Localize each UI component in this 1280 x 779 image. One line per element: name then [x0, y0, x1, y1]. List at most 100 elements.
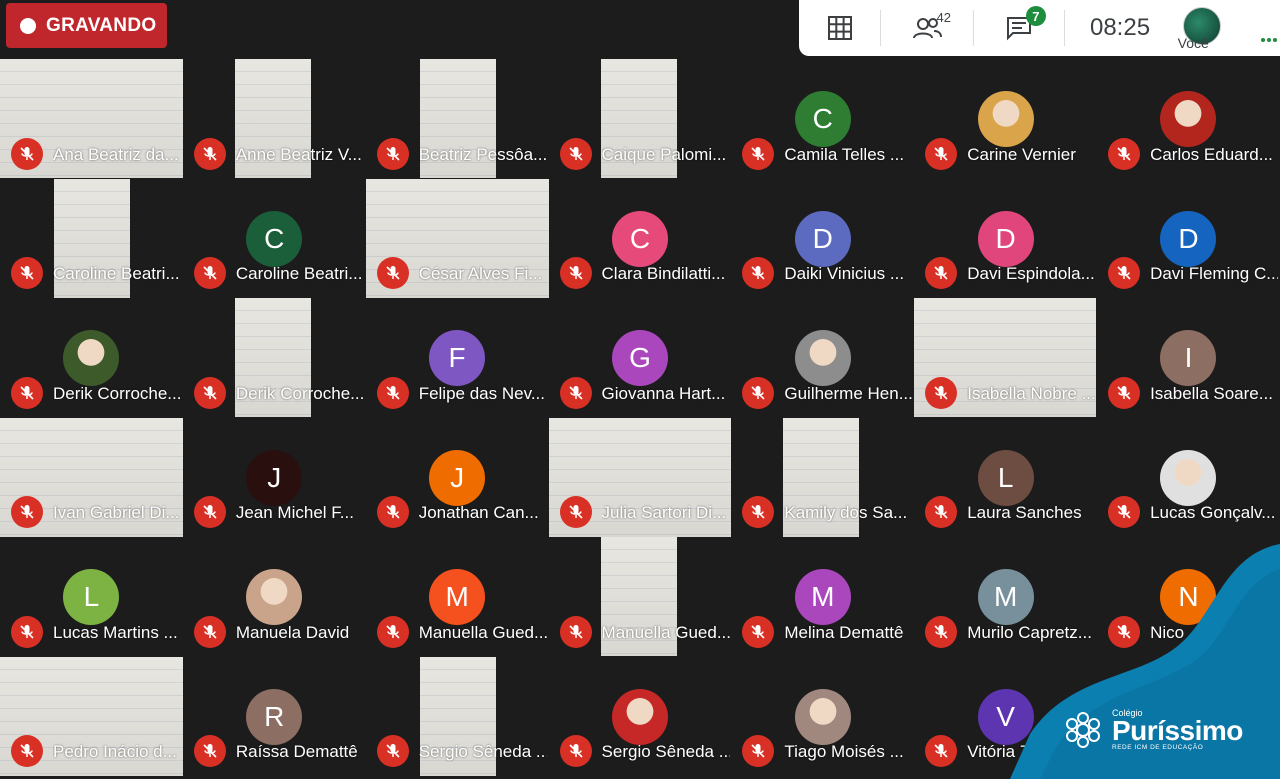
- mic-off-icon: [1108, 137, 1141, 170]
- participant-tile[interactable]: Pedro Inácio d...: [0, 656, 183, 777]
- mic-off-icon: [559, 615, 592, 648]
- participant-tile[interactable]: Carlos Eduard...: [1097, 59, 1280, 179]
- participant-tile[interactable]: N Nico: [1097, 537, 1280, 657]
- participant-tile[interactable]: D Daiki Vinicius ...: [731, 179, 914, 299]
- participant-tile[interactable]: C Caroline Beatri...: [183, 179, 366, 299]
- participant-name: Murilo Capretz...: [967, 622, 1092, 642]
- participant-tile[interactable]: Beatriz Pessôa...: [366, 59, 549, 179]
- participant-tile[interactable]: J Jean Michel F...: [183, 418, 366, 538]
- participant-tile[interactable]: Lucas Gonçalv...: [1097, 418, 1280, 538]
- participant-tile[interactable]: Derik Corroche...: [0, 298, 183, 418]
- participant-tile[interactable]: Carine Vernier: [914, 59, 1097, 179]
- participant-tile[interactable]: Julia Sartori Di...: [548, 417, 732, 538]
- school-logo: Colégio Puríssimo REDE ICM DE EDUCAÇÃO: [1062, 708, 1243, 751]
- mic-off-icon: [925, 615, 958, 648]
- participant-name: Carine Vernier: [967, 144, 1076, 164]
- participant-avatar: D: [794, 210, 851, 267]
- participant-tile[interactable]: César Alves Fi...: [365, 178, 549, 299]
- mic-off-icon: [11, 735, 43, 767]
- participant-tile[interactable]: Isabella Nobre ...: [914, 298, 1097, 418]
- participant-tile[interactable]: C Camila Telles ...: [731, 59, 914, 179]
- participant-tile[interactable]: Sergio Sêneda ...: [549, 657, 732, 777]
- participant-name: Caique Palomi...: [601, 144, 727, 164]
- participant-tile[interactable]: Caique Palomi...: [549, 59, 732, 179]
- mic-off-icon: [925, 376, 958, 409]
- logo-title: Puríssimo: [1112, 715, 1243, 746]
- participant-tile[interactable]: Kamily dos Sa...: [731, 417, 914, 538]
- mic-off-icon: [559, 735, 592, 767]
- participant-tile[interactable]: I Isabella Soare...: [1097, 298, 1280, 418]
- mic-off-icon: [376, 137, 409, 170]
- participant-tile[interactable]: F Felipe das Nev...: [366, 298, 549, 418]
- more-options-icon[interactable]: [1260, 38, 1277, 42]
- mic-off-icon: [742, 137, 775, 170]
- mic-off-icon: [1108, 257, 1141, 289]
- participant-tile[interactable]: Anne Beatriz V...: [183, 59, 366, 179]
- participant-tile[interactable]: Ana Beatriz da...: [0, 59, 183, 179]
- self-view[interactable]: Você: [1175, 0, 1280, 56]
- participant-tile[interactable]: D Davi Fleming C...: [1097, 179, 1280, 299]
- participant-name: Camila Telles ...: [784, 144, 905, 164]
- mic-off-icon: [376, 376, 409, 409]
- mic-off-icon: [193, 137, 226, 170]
- participant-avatar: L: [63, 569, 120, 625]
- participant-photo: [794, 330, 851, 386]
- mic-off-icon: [742, 615, 775, 648]
- mic-off-icon: [1108, 376, 1141, 409]
- mic-off-icon: [925, 735, 958, 767]
- participant-name: Tiago Moisés ...: [784, 742, 904, 761]
- participant-tile[interactable]: M Manuella Gued...: [366, 537, 549, 657]
- chat-badge: 7: [1025, 6, 1046, 26]
- participant-tile[interactable]: R Raíssa Demattê: [183, 657, 366, 777]
- participant-tile[interactable]: M Melina Demattê: [731, 537, 914, 657]
- participant-name: Lucas Gonçalv...: [1150, 503, 1276, 522]
- participant-name: Laura Sanches: [967, 503, 1082, 522]
- participant-photo: [246, 569, 303, 625]
- participant-tile[interactable]: Tiago Moisés ...: [731, 657, 914, 777]
- mic-off-icon: [11, 496, 43, 528]
- participant-avatar: R: [246, 688, 303, 745]
- participant-tile[interactable]: C Clara Bindilatti...: [549, 179, 732, 299]
- mic-off-icon: [11, 137, 43, 170]
- participant-name: Clara Bindilatti...: [601, 264, 726, 283]
- mic-off-icon: [376, 496, 409, 528]
- participant-name: Lucas Martins ...: [53, 622, 178, 642]
- mic-off-icon: [925, 257, 958, 289]
- participants-button[interactable]: 42: [881, 0, 972, 56]
- participant-tile[interactable]: Sergio Sêneda ...: [366, 656, 549, 777]
- participant-tile[interactable]: Derik Corroche...: [183, 298, 366, 418]
- participant-tile[interactable]: Ivan Gabriel Di...: [0, 417, 183, 538]
- participant-grid: Ana Beatriz da... Anne Beatriz V... Beatri…: [0, 59, 1280, 779]
- mic-off-icon: [11, 257, 43, 289]
- participant-avatar: M: [429, 569, 486, 625]
- participant-name: Julia Sartori Di...: [601, 503, 727, 522]
- participant-tile[interactable]: J Jonathan Can...: [366, 418, 549, 538]
- participant-tile[interactable]: Manuella Gued...: [549, 537, 732, 657]
- chat-button[interactable]: 7: [974, 0, 1064, 56]
- participant-avatar: M: [794, 569, 851, 625]
- grid-layout-icon: [827, 16, 852, 40]
- mic-off-icon: [193, 496, 226, 528]
- mic-off-icon: [742, 376, 775, 409]
- participant-name: Ana Beatriz da...: [53, 144, 179, 164]
- participant-tile[interactable]: L Lucas Martins ...: [0, 537, 183, 657]
- participant-tile[interactable]: M Murilo Capretz...: [914, 537, 1097, 657]
- mic-off-icon: [742, 257, 775, 289]
- participant-count: 42: [936, 10, 951, 25]
- participant-photo: [1160, 91, 1217, 147]
- participant-tile[interactable]: L Laura Sanches: [914, 418, 1097, 538]
- participant-tile[interactable]: Manuela David: [183, 537, 366, 657]
- participant-name: Sergio Sêneda ...: [418, 742, 547, 761]
- participant-avatar: C: [246, 210, 303, 267]
- mic-off-icon: [193, 615, 226, 648]
- participant-tile[interactable]: Guilherme Hen...: [731, 298, 914, 418]
- participant-tile[interactable]: Caroline Beatri...: [0, 178, 183, 299]
- participant-avatar: J: [429, 449, 486, 506]
- participant-name: Melina Demattê: [784, 622, 904, 642]
- participant-name: Felipe das Nev...: [418, 383, 545, 403]
- layout-button[interactable]: [799, 0, 880, 56]
- participant-name: Daiki Vinicius ...: [784, 264, 905, 283]
- participant-name: Ivan Gabriel Di...: [53, 503, 180, 522]
- participant-tile[interactable]: G Giovanna Hart...: [549, 298, 732, 418]
- participant-tile[interactable]: D Davi Espindola...: [914, 179, 1097, 299]
